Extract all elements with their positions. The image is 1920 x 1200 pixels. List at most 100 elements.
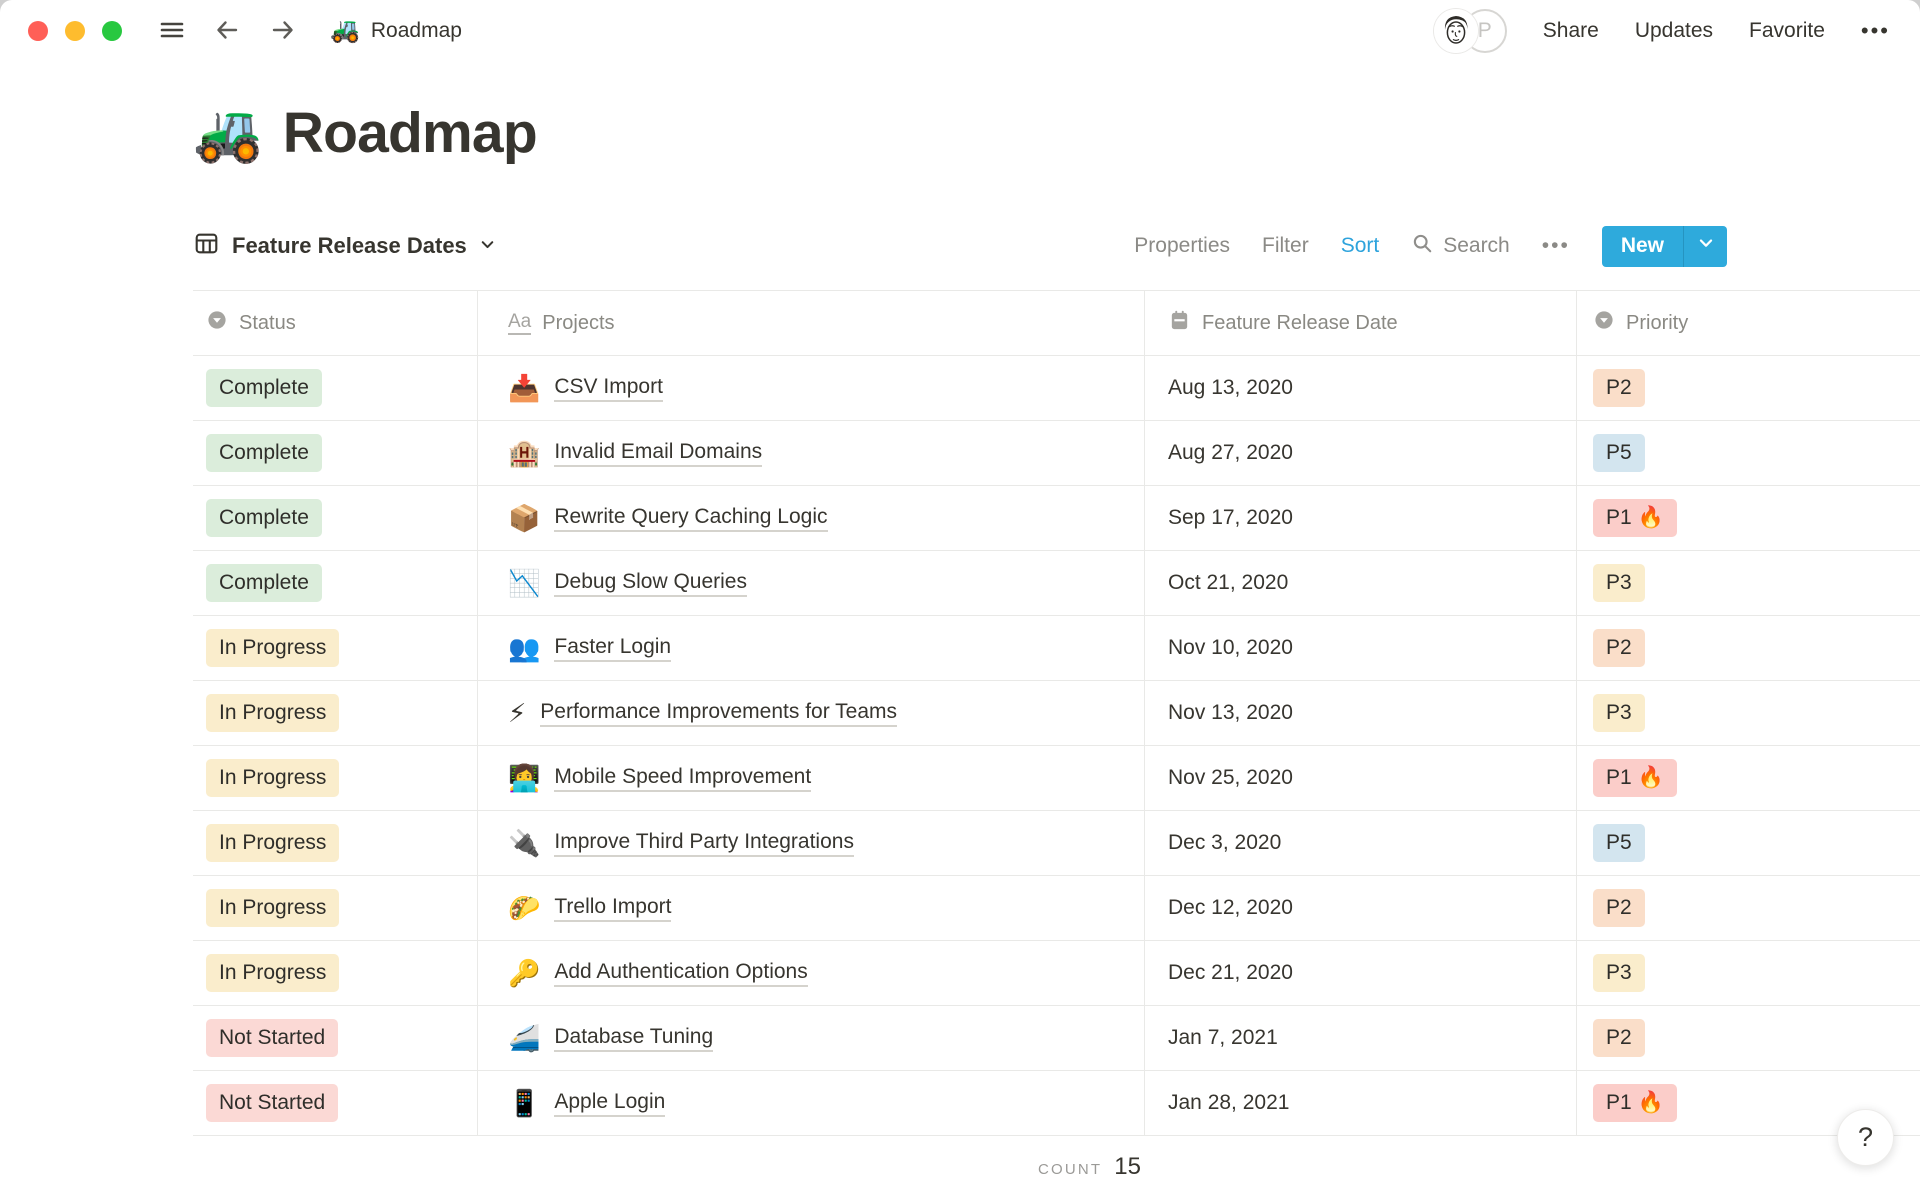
minimize-window-button[interactable] [65,21,85,41]
date-cell[interactable]: Dec 3, 2020 [1145,811,1577,875]
priority-cell[interactable]: P1 🔥 [1577,486,1920,550]
column-header-status[interactable]: Status [193,291,478,355]
new-button[interactable]: New [1601,225,1727,267]
chevron-down-icon [1697,234,1715,258]
view-selector[interactable]: Feature Release Dates [193,230,496,263]
search-button[interactable]: Search [1411,232,1510,261]
date-cell[interactable]: Aug 13, 2020 [1145,356,1577,420]
status-cell[interactable]: Complete [193,356,478,420]
share-button[interactable]: Share [1543,19,1599,43]
project-page-link[interactable]: 📉 Debug Slow Queries [508,570,747,597]
zoom-window-button[interactable] [102,21,122,41]
project-page-link[interactable]: 👥 Faster Login [508,635,672,662]
project-cell[interactable]: 🌮 Trello Import [478,876,1145,940]
project-cell[interactable]: 📦 Rewrite Query Caching Logic [478,486,1145,550]
status-cell[interactable]: In Progress [193,746,478,810]
priority-cell[interactable]: P3 [1577,941,1920,1005]
view-more-button[interactable]: ••• [1542,234,1570,258]
project-page-link[interactable]: 🚄 Database Tuning [508,1023,714,1053]
priority-cell[interactable]: P2 [1577,1006,1920,1070]
status-cell[interactable]: In Progress [193,941,478,1005]
status-cell[interactable]: Complete [193,551,478,615]
page-title[interactable]: Roadmap [283,100,538,166]
filter-button[interactable]: Filter [1262,234,1309,258]
new-dropdown-button[interactable] [1683,225,1727,267]
collaborator-avatars[interactable]: P [1433,9,1507,53]
date-cell[interactable]: Nov 10, 2020 [1145,616,1577,680]
column-header-projects[interactable]: Aa Projects [478,291,1145,355]
project-emoji-icon: 🚄 [508,1023,541,1053]
priority-cell[interactable]: P3 [1577,681,1920,745]
more-options-button[interactable]: ••• [1861,18,1890,44]
project-page-link[interactable]: ⚡ Performance Improvements for Teams [508,698,898,728]
breadcrumb[interactable]: 🚜 Roadmap [330,19,462,43]
project-cell[interactable]: 📱 Apple Login [478,1071,1145,1135]
status-cell[interactable]: Complete [193,421,478,485]
priority-cell[interactable]: P2 [1577,356,1920,420]
project-cell[interactable]: 🏨 Invalid Email Domains [478,421,1145,485]
project-cell[interactable]: 📉 Debug Slow Queries [478,551,1145,615]
forward-button[interactable] [268,15,298,48]
table-calculation-row[interactable]: COUNT 15 [193,1136,1145,1181]
project-page-link[interactable]: 📦 Rewrite Query Caching Logic [508,505,828,532]
priority-cell[interactable]: P3 [1577,551,1920,615]
updates-button[interactable]: Updates [1635,19,1713,43]
table-row: In Progress 👥 Faster Login Nov 10, 2020 … [193,616,1920,681]
project-page-link[interactable]: 🌮 Trello Import [508,895,672,922]
release-date: Oct 21, 2020 [1168,571,1289,594]
select-property-icon [1593,309,1615,337]
date-cell[interactable]: Sep 17, 2020 [1145,486,1577,550]
date-cell[interactable]: Aug 27, 2020 [1145,421,1577,485]
database-table: Status Aa Projects Feature Release Date … [193,290,1920,1136]
sort-button[interactable]: Sort [1341,234,1380,258]
help-button[interactable]: ? [1837,1109,1894,1166]
date-cell[interactable]: Oct 21, 2020 [1145,551,1577,615]
topbar-actions: P Share Updates Favorite ••• [1433,9,1890,53]
project-page-link[interactable]: 👩‍💻 Mobile Speed Improvement [508,765,812,792]
release-date: Jan 7, 2021 [1168,1026,1278,1049]
status-cell[interactable]: Not Started [193,1006,478,1070]
column-header-feature-release-date[interactable]: Feature Release Date [1145,291,1577,355]
project-cell[interactable]: 👥 Faster Login [478,616,1145,680]
column-header-priority[interactable]: Priority [1577,291,1920,355]
status-cell[interactable]: In Progress [193,616,478,680]
status-cell[interactable]: Not Started [193,1071,478,1135]
release-date: Dec 12, 2020 [1168,896,1293,919]
project-title: Add Authentication Options [554,960,808,987]
project-cell[interactable]: 📥 CSV Import [478,356,1145,420]
status-cell[interactable]: In Progress [193,681,478,745]
date-cell[interactable]: Nov 25, 2020 [1145,746,1577,810]
status-cell[interactable]: In Progress [193,876,478,940]
page-icon-tractor[interactable]: 🚜 [193,105,263,161]
date-cell[interactable]: Jan 28, 2021 [1145,1071,1577,1135]
sidebar-menu-button[interactable] [158,16,186,47]
priority-cell[interactable]: P1 🔥 [1577,746,1920,810]
project-page-link[interactable]: 🔑 Add Authentication Options [508,960,808,987]
project-page-link[interactable]: 🏨 Invalid Email Domains [508,440,763,467]
close-window-button[interactable] [28,21,48,41]
priority-cell[interactable]: P5 [1577,811,1920,875]
project-cell[interactable]: 🚄 Database Tuning [478,1006,1145,1070]
project-page-link[interactable]: 📥 CSV Import [508,375,663,402]
project-page-link[interactable]: 📱 Apple Login [508,1090,666,1117]
project-page-link[interactable]: 🔌 Improve Third Party Integrations [508,830,854,857]
properties-button[interactable]: Properties [1134,234,1230,258]
date-cell[interactable]: Nov 13, 2020 [1145,681,1577,745]
project-emoji-icon: ⚡ [508,698,527,728]
favorite-button[interactable]: Favorite [1749,19,1825,43]
project-cell[interactable]: 🔌 Improve Third Party Integrations [478,811,1145,875]
project-cell[interactable]: 👩‍💻 Mobile Speed Improvement [478,746,1145,810]
date-cell[interactable]: Dec 21, 2020 [1145,941,1577,1005]
priority-cell[interactable]: P5 [1577,421,1920,485]
project-cell[interactable]: 🔑 Add Authentication Options [478,941,1145,1005]
status-cell[interactable]: In Progress [193,811,478,875]
status-cell[interactable]: Complete [193,486,478,550]
status-badge: Not Started [206,1084,339,1122]
project-cell[interactable]: ⚡ Performance Improvements for Teams [478,681,1145,745]
user-avatar [1433,9,1478,53]
priority-cell[interactable]: P2 [1577,616,1920,680]
date-cell[interactable]: Jan 7, 2021 [1145,1006,1577,1070]
date-cell[interactable]: Dec 12, 2020 [1145,876,1577,940]
back-button[interactable] [212,15,242,48]
priority-cell[interactable]: P2 [1577,876,1920,940]
